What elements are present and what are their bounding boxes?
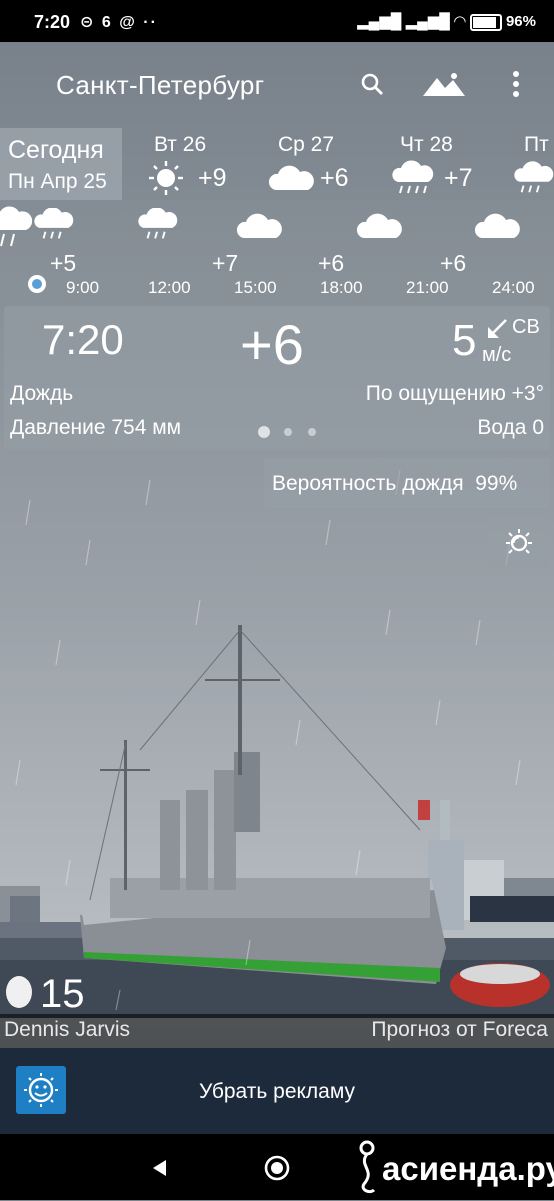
page-indicator-dot xyxy=(284,428,292,436)
day-name[interactable]: Вт 26 xyxy=(154,133,206,157)
cloud-icon xyxy=(236,212,282,245)
cloud-icon xyxy=(268,164,314,197)
hourly-temp: +6 xyxy=(440,250,467,276)
current-time: 7:20 xyxy=(42,316,124,363)
rain-cloud-icon xyxy=(34,207,74,249)
rain-probability-text: Вероятность дождя 99% xyxy=(272,472,518,495)
rain-cloud-icon xyxy=(138,207,178,249)
hourly-temp: +6 xyxy=(318,250,345,276)
watermark-logo-icon xyxy=(354,1140,380,1201)
wind-arrow-icon xyxy=(486,318,508,345)
landscape-icon[interactable] xyxy=(422,66,466,102)
day-name[interactable]: Ср 27 xyxy=(278,133,334,157)
city-name[interactable]: Санкт-Петербург xyxy=(56,70,264,101)
condition-text: Дождь xyxy=(10,382,74,405)
remove-ads-button[interactable]: Убрать рекламу xyxy=(0,1080,554,1104)
water-text: Вода 0 xyxy=(477,416,544,439)
back-icon[interactable] xyxy=(150,1158,170,1178)
wifi-icon: ◠ xyxy=(454,13,470,30)
page-indicator-dot xyxy=(308,428,316,436)
day-temp: +7 xyxy=(444,164,473,192)
signal-icon: ▂▄▆█ ▂▄▆█ xyxy=(357,13,455,30)
hourly-time: 15:00 xyxy=(234,278,277,297)
current-temperature: +6 xyxy=(240,313,304,376)
daylight-button[interactable] xyxy=(488,516,550,568)
moon-phase-icon xyxy=(6,976,32,1008)
status-time: 7:20 xyxy=(34,12,71,32)
sunrise-icon xyxy=(506,529,532,554)
hourly-time: 21:00 xyxy=(406,278,449,297)
home-icon[interactable] xyxy=(264,1155,290,1181)
wind-direction: СВ xyxy=(512,316,540,338)
more-menu-icon[interactable] xyxy=(498,66,534,102)
cloud-icon xyxy=(356,212,402,245)
status-notification-icons: ⊝ 6 @ ·· xyxy=(80,14,158,31)
hourly-time: 18:00 xyxy=(320,278,363,297)
search-icon[interactable] xyxy=(354,66,390,102)
rain-cloud-icon xyxy=(392,160,434,201)
day-temp: +6 xyxy=(320,164,349,192)
cloud-icon xyxy=(474,212,520,245)
photo-credit[interactable]: Dennis Jarvis xyxy=(4,1018,130,1042)
hourly-time: 9:00 xyxy=(66,278,100,297)
battery-percent: 96 xyxy=(505,13,523,30)
hourly-temp: +5 xyxy=(50,250,77,276)
day-temp: +9 xyxy=(198,164,227,192)
current-time-marker xyxy=(28,275,46,293)
wind-speed: 5 xyxy=(452,316,477,365)
status-right-icons: ▂▄▆█ ▂▄▆█ ◠ 96% xyxy=(357,13,536,31)
sun-icon xyxy=(148,160,184,201)
hourly-temp: +7 xyxy=(212,250,239,276)
watermark-text: асиенда.ру xyxy=(382,1150,554,1187)
wind-unit: м/с xyxy=(482,344,512,366)
hourly-time: 24:00 xyxy=(492,278,535,297)
today-label: Сегодня xyxy=(8,136,104,164)
battery-icon xyxy=(469,13,502,31)
forecast-credit[interactable]: Прогноз от Foreca xyxy=(371,1018,548,1042)
pressure-text: Давление 754 мм xyxy=(10,416,182,439)
status-bar: 7:20 ⊝ 6 @ ·· ▂▄▆█ ▂▄▆█ ◠ 96% xyxy=(0,0,554,42)
feels-like-text: По ощущению +3° xyxy=(365,382,544,405)
day-name[interactable]: Пт xyxy=(524,133,549,157)
hourly-time: 12:00 xyxy=(148,278,191,297)
rain-cloud-icon xyxy=(0,206,33,255)
moon-day: 15 xyxy=(40,972,85,1016)
day-name[interactable]: Чт 28 xyxy=(400,133,453,157)
page-indicator-dot xyxy=(258,426,270,438)
today-date: Пн Апр 25 xyxy=(8,170,107,193)
rain-cloud-icon xyxy=(514,160,554,201)
